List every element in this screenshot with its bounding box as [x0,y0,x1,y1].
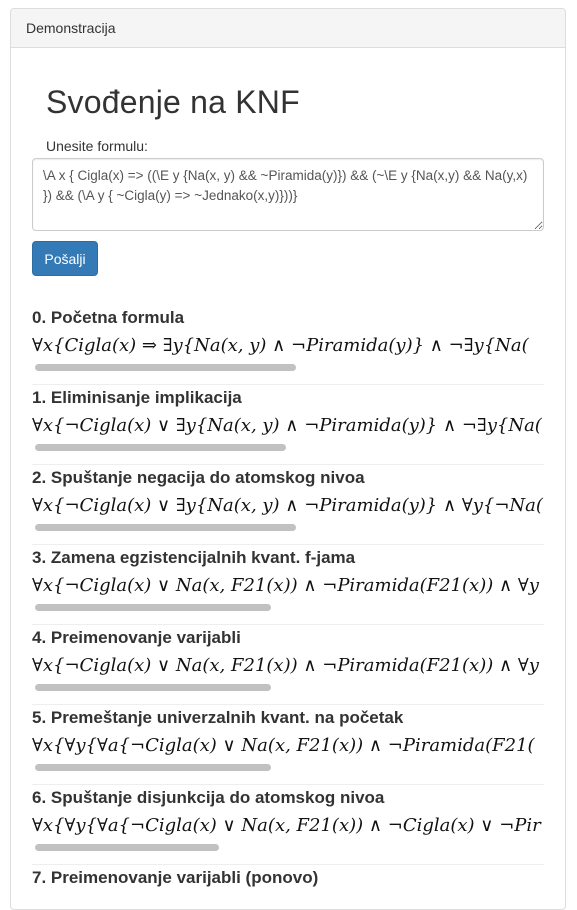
scrollbar-thumb[interactable] [35,764,271,771]
demo-panel: Demonstracija Svođenje na KNF Unesite fo… [10,8,566,910]
formula-input[interactable] [32,158,544,231]
scrollbar-thumb[interactable] [35,844,219,851]
step-title: 1. Eliminisanje implikacija [32,388,242,407]
step-section: 1. Eliminisanje implikacija ∀x{¬Cigla(x)… [32,385,544,465]
formula-prompt-label: Unesite formulu: [46,138,148,154]
step-section: 4. Preimenovanje varijabli ∀x{¬Cigla(x) … [32,625,544,705]
step-section: 3. Zamena egzistencijalnih kvant. f-jama… [32,545,544,625]
page-title: Svođenje na KNF [46,84,300,120]
step-title: 5. Premeštanje univerzalnih kvant. na po… [32,708,404,727]
step-title: 2. Spuštanje negacija do atomskog nivoa [32,468,365,487]
horizontal-scrollbar[interactable] [32,843,544,852]
horizontal-scrollbar[interactable] [32,683,544,692]
horizontal-scrollbar[interactable] [32,763,544,772]
horizontal-scrollbar[interactable] [32,443,544,452]
step-title: 3. Zamena egzistencijalnih kvant. f-jama [32,548,356,567]
step-formula: ∀x{¬Cigla(x) ∨ Na(x, F21(x)) ∧ ¬Piramida… [32,575,539,596]
step-section: 2. Spuštanje negacija do atomskog nivoa … [32,465,544,545]
panel-body: Svođenje na KNF Unesite formulu: Pošalji… [11,48,565,909]
step-formula: ∀x{¬Cigla(x) ∨ ∃y{Na(x, y) ∧ ¬Piramida(y… [32,415,542,436]
horizontal-scrollbar[interactable] [32,363,544,372]
step-formula: ∀x{¬Cigla(x) ∨ ∃y{Na(x, y) ∧ ¬Piramida(y… [32,495,543,516]
horizontal-scrollbar[interactable] [32,523,544,532]
step-title: 7. Preimenovanje varijabli (ponovo) [32,868,319,887]
scrollbar-thumb[interactable] [35,524,296,531]
submit-button[interactable]: Pošalji [32,241,98,276]
step-formula: ∀x{∀y{∀a{¬Cigla(x) ∨ Na(x, F21(x)) ∧ ¬Ci… [32,815,541,836]
step-section: 0. Početna formula ∀x{Cigla(x) ⇒ ∃y{Na(x… [32,305,544,385]
step-section: 7. Preimenovanje varijabli (ponovo) [32,865,544,909]
step-formula: ∀x{Cigla(x) ⇒ ∃y{Na(x, y) ∧ ¬Piramida(y)… [32,335,529,356]
panel-heading: Demonstracija [11,9,565,48]
step-title: 0. Početna formula [32,308,185,327]
scrollbar-thumb[interactable] [35,684,271,691]
scrollbar-thumb[interactable] [35,444,286,451]
step-section: 6. Spuštanje disjunkcija do atomskog niv… [32,785,544,865]
scrollbar-thumb[interactable] [35,364,296,371]
step-formula: ∀x{¬Cigla(x) ∨ Na(x, F21(x)) ∧ ¬Piramida… [32,655,539,676]
step-formula: ∀x{∀y{∀a{¬Cigla(x) ∨ Na(x, F21(x)) ∧ ¬Pi… [32,735,535,756]
step-section: 5. Premeštanje univerzalnih kvant. na po… [32,705,544,785]
step-title: 6. Spuštanje disjunkcija do atomskog niv… [32,788,385,807]
step-title: 4. Preimenovanje varijabli [32,628,241,647]
step-formula [32,891,544,909]
horizontal-scrollbar[interactable] [32,603,544,612]
steps-list: 0. Početna formula ∀x{Cigla(x) ⇒ ∃y{Na(x… [32,305,544,909]
scrollbar-thumb[interactable] [35,604,271,611]
